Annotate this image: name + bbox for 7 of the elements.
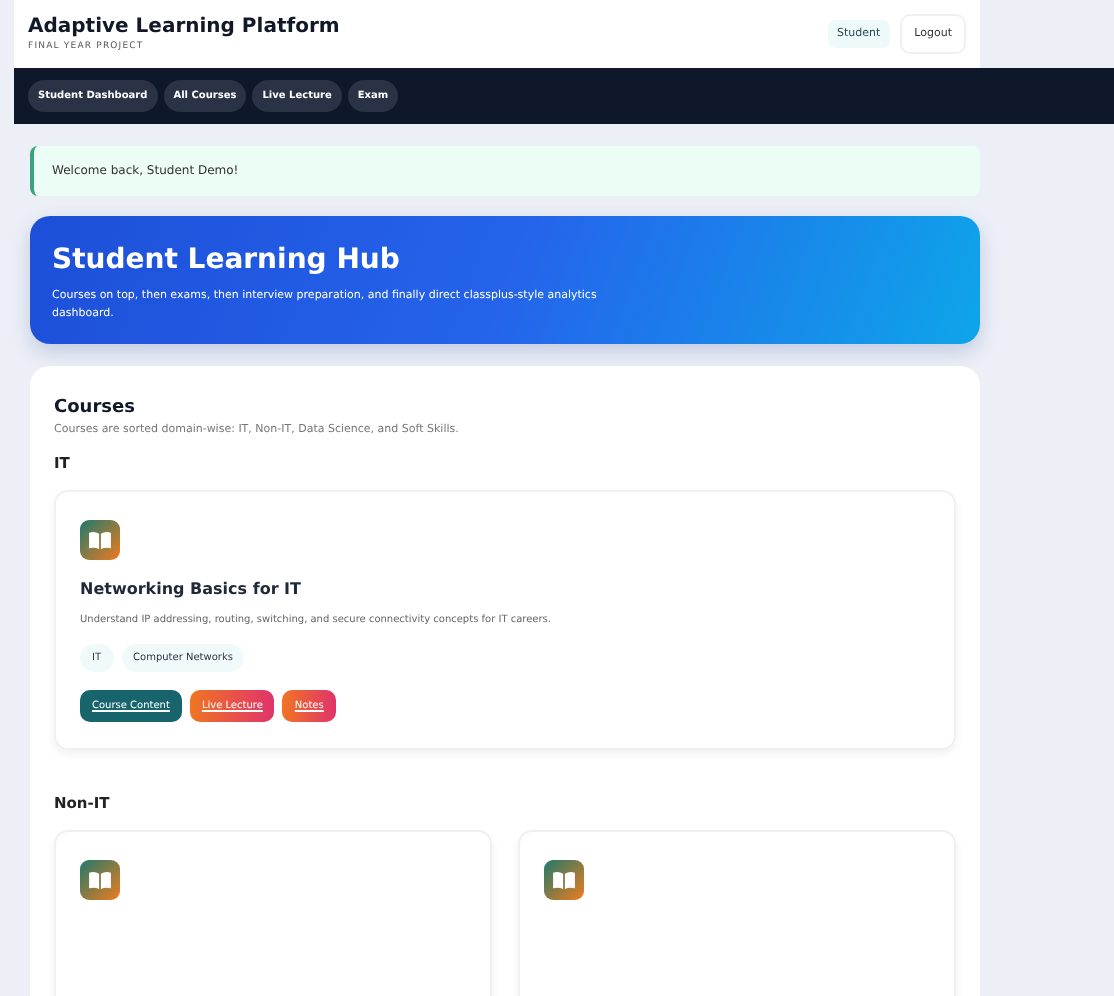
book-icon [80, 517, 120, 562]
hero-title: Student Learning Hub [52, 244, 402, 276]
book-icon [544, 857, 584, 902]
book-icon [80, 857, 120, 902]
course-title: Networking Basics for IT [80, 579, 303, 598]
section-title: Courses [54, 397, 137, 418]
app-title: Adaptive Learning Platform [28, 16, 340, 38]
